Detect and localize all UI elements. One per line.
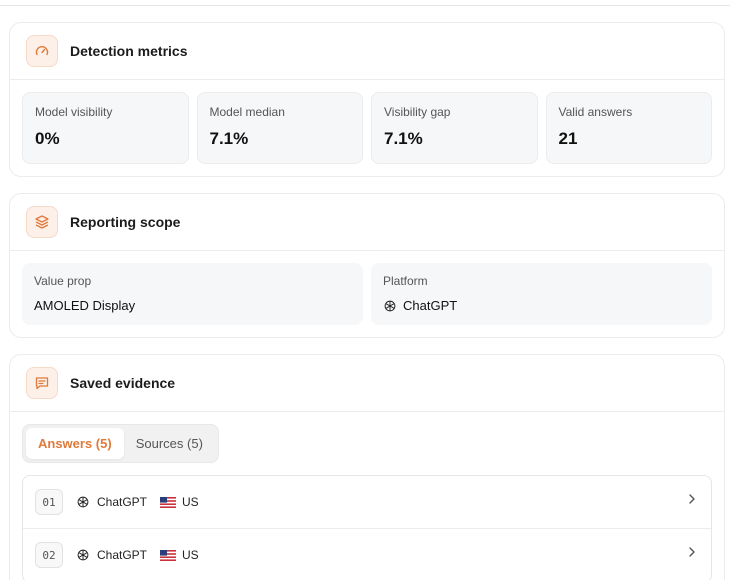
metric-label: Model median [209, 105, 285, 119]
tab-sources[interactable]: Sources (5) [124, 428, 215, 459]
metric-label: Model visibility [35, 105, 113, 119]
row-platform: ChatGPT [76, 548, 147, 562]
metric-model-visibility: Model visibility 0% [22, 92, 189, 164]
layers-icon [26, 206, 58, 238]
metric-label: Valid answers [558, 105, 633, 119]
reporting-scope-title: Reporting scope [70, 214, 181, 230]
chevron-right-icon[interactable] [687, 546, 697, 558]
metric-visibility-gap: Visibility gap 7.1% [371, 92, 538, 164]
message-square-icon [26, 367, 58, 399]
answer-row-02[interactable]: 02 ChatGPT US [23, 529, 711, 580]
answer-list: 01 ChatGPT US 02 ChatGPT US [22, 475, 712, 580]
answer-row-01[interactable]: 01 ChatGPT US [23, 476, 711, 529]
metric-value: 7.1% [384, 129, 423, 148]
scope-platform: Platform ChatGPT [371, 263, 712, 325]
openai-icon [77, 496, 89, 508]
metric-value: 7.1% [209, 129, 249, 148]
chevron-right-icon[interactable] [687, 493, 697, 505]
evidence-tabs: Answers (5) Sources (5) [22, 424, 219, 463]
scope-label: Platform [383, 274, 428, 288]
row-country: US [182, 548, 199, 562]
us-flag-icon [160, 549, 177, 561]
openai-icon [384, 300, 396, 311]
openai-icon [77, 549, 89, 561]
scope-label: Value prop [34, 274, 92, 288]
row-number: 01 [35, 489, 63, 515]
saved-evidence-header: Saved evidence [10, 355, 724, 412]
detection-metrics-header: Detection metrics [10, 23, 724, 80]
scope-value: ChatGPT [383, 298, 700, 313]
scope-grid: Value prop AMOLED Display Platform ChatG… [10, 251, 724, 337]
top-divider [0, 5, 730, 6]
row-platform: ChatGPT [76, 495, 147, 509]
evidence-tabs-wrap: Answers (5) Sources (5) [10, 412, 724, 463]
reporting-scope-card: Reporting scope Value prop AMOLED Displa… [9, 193, 725, 338]
row-platform-label: ChatGPT [97, 548, 148, 562]
row-number: 02 [35, 542, 63, 568]
detection-metrics-title: Detection metrics [70, 43, 188, 59]
saved-evidence-card: Saved evidence Answers (5) Sources (5) 0… [9, 354, 725, 580]
metric-valid-answers: Valid answers 21 [545, 92, 712, 164]
row-platform-label: ChatGPT [97, 495, 148, 509]
gauge-icon [26, 35, 58, 67]
reporting-scope-header: Reporting scope [10, 194, 724, 251]
value-prop-text: AMOLED Display [34, 298, 136, 313]
platform-text: ChatGPT [403, 298, 458, 313]
row-country: US [182, 495, 199, 509]
scope-value: AMOLED Display [34, 298, 351, 313]
metrics-grid: Model visibility 0% Model median 7.1% Vi… [10, 80, 724, 176]
metric-value: 0% [35, 129, 60, 148]
metric-value: 21 [558, 129, 578, 148]
scope-value-prop: Value prop AMOLED Display [22, 263, 363, 325]
tab-answers[interactable]: Answers (5) [26, 428, 124, 459]
metric-model-median: Model median 7.1% [196, 92, 363, 164]
us-flag-icon [160, 496, 177, 508]
saved-evidence-title: Saved evidence [70, 375, 176, 391]
metric-label: Visibility gap [384, 105, 451, 119]
detection-metrics-card: Detection metrics Model visibility 0% Mo… [9, 22, 725, 177]
